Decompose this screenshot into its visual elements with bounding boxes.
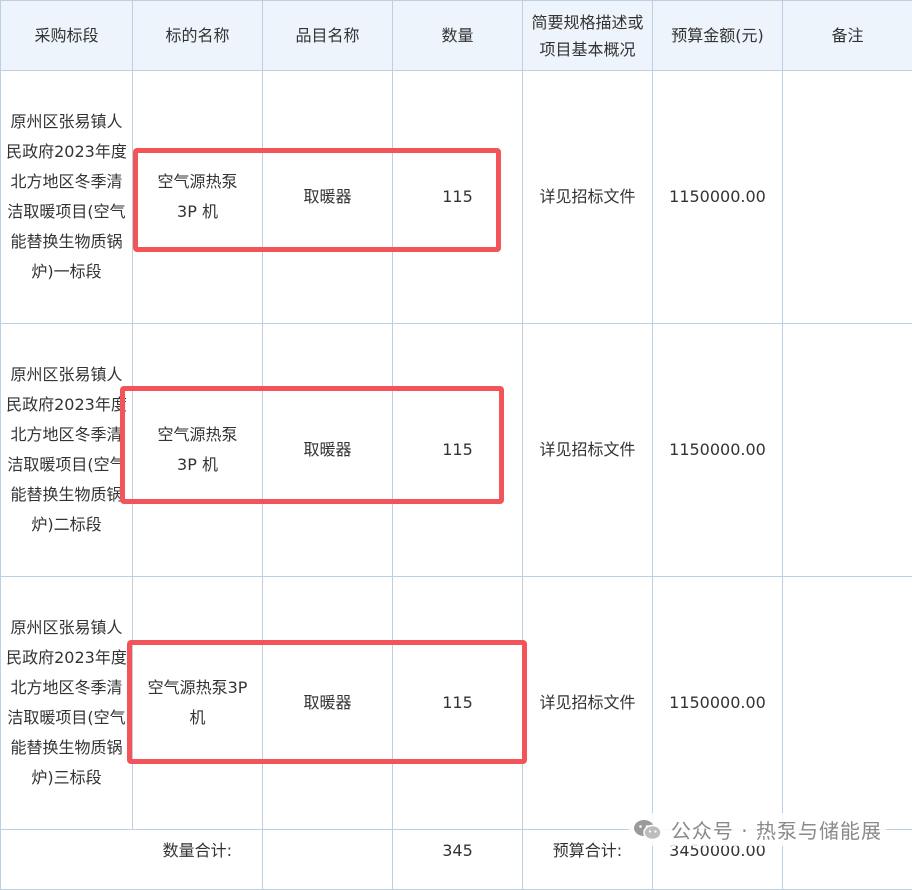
cell-note bbox=[783, 577, 912, 830]
cell-name: 空气源热泵 3P 机 bbox=[133, 71, 263, 324]
table-row: 原州区张易镇人民政府2023年度北方地区冬季清洁取暖项目(空气能替换生物质锅炉)… bbox=[1, 577, 912, 830]
cell-section: 原州区张易镇人民政府2023年度北方地区冬季清洁取暖项目(空气能替换生物质锅炉)… bbox=[1, 71, 133, 324]
cell-desc: 详见招标文件 bbox=[523, 71, 653, 324]
total-qty-value: 345 bbox=[393, 830, 523, 890]
cell-qty: 115 bbox=[393, 324, 523, 577]
watermark: 公众号 · 热泵与储能展 bbox=[629, 813, 886, 846]
cell-name: 空气源热泵 3P 机 bbox=[133, 324, 263, 577]
wechat-icon bbox=[633, 818, 663, 842]
cell-section: 原州区张易镇人民政府2023年度北方地区冬季清洁取暖项目(空气能替换生物质锅炉)… bbox=[1, 324, 133, 577]
total-qty-label: 数量合计: bbox=[1, 830, 263, 890]
table-row: 原州区张易镇人民政府2023年度北方地区冬季清洁取暖项目(空气能替换生物质锅炉)… bbox=[1, 71, 912, 324]
header-qty: 数量 bbox=[393, 1, 523, 71]
procurement-table: 采购标段 标的名称 品目名称 数量 简要规格描述或 项目基本概况 预算金额(元)… bbox=[0, 0, 912, 890]
cell-qty: 115 bbox=[393, 71, 523, 324]
cell-note bbox=[783, 71, 912, 324]
cell-section: 原州区张易镇人民政府2023年度北方地区冬季清洁取暖项目(空气能替换生物质锅炉)… bbox=[1, 577, 133, 830]
cell-budget: 1150000.00 bbox=[653, 324, 783, 577]
header-name: 标的名称 bbox=[133, 1, 263, 71]
cell-budget: 1150000.00 bbox=[653, 577, 783, 830]
header-item: 品目名称 bbox=[263, 1, 393, 71]
header-budget: 预算金额(元) bbox=[653, 1, 783, 71]
cell-note bbox=[783, 324, 912, 577]
cell-qty: 115 bbox=[393, 577, 523, 830]
header-desc: 简要规格描述或 项目基本概况 bbox=[523, 1, 653, 71]
cell-desc: 详见招标文件 bbox=[523, 577, 653, 830]
header-row: 采购标段 标的名称 品目名称 数量 简要规格描述或 项目基本概况 预算金额(元)… bbox=[1, 1, 912, 71]
cell-name: 空气源热泵3P 机 bbox=[133, 577, 263, 830]
header-section: 采购标段 bbox=[1, 1, 133, 71]
cell-item: 取暖器 bbox=[263, 71, 393, 324]
table-row: 原州区张易镇人民政府2023年度北方地区冬季清洁取暖项目(空气能替换生物质锅炉)… bbox=[1, 324, 912, 577]
cell-desc: 详见招标文件 bbox=[523, 324, 653, 577]
total-empty bbox=[263, 830, 393, 890]
cell-budget: 1150000.00 bbox=[653, 71, 783, 324]
watermark-text: 公众号 · 热泵与储能展 bbox=[671, 815, 882, 844]
cell-item: 取暖器 bbox=[263, 324, 393, 577]
header-note: 备注 bbox=[783, 1, 912, 71]
cell-item: 取暖器 bbox=[263, 577, 393, 830]
